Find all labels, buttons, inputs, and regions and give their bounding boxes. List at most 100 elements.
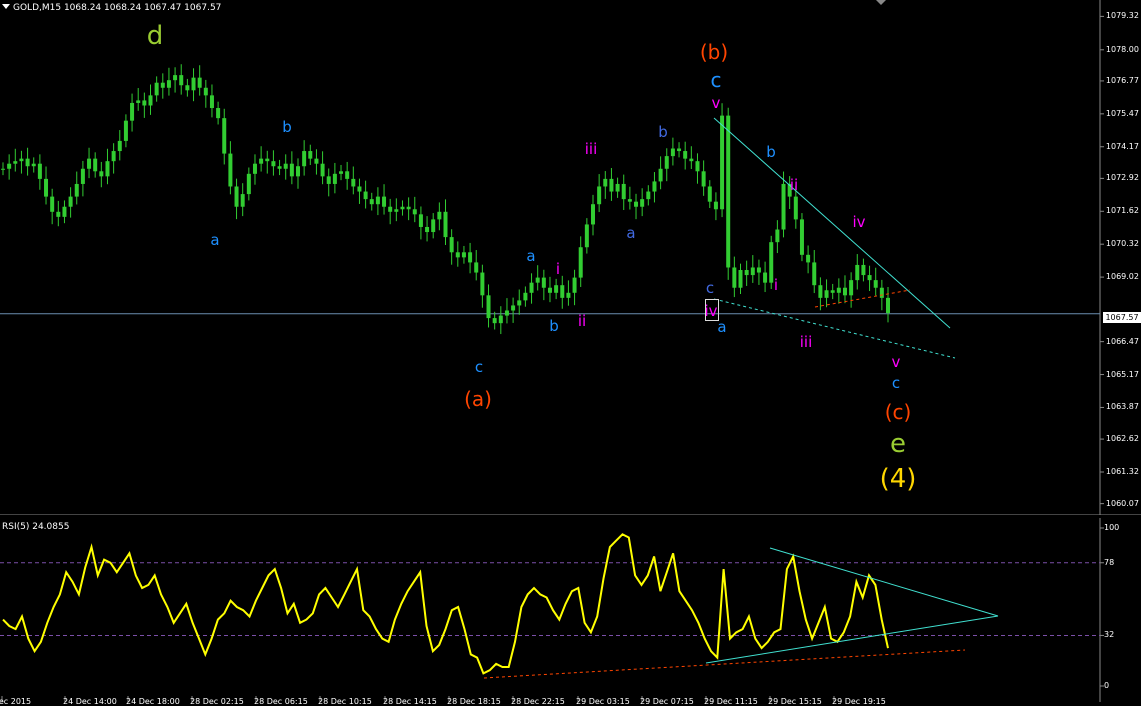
candle-body — [799, 219, 804, 255]
wave-label: d — [146, 21, 164, 51]
candle-body — [750, 267, 755, 276]
chart-background — [0, 0, 1100, 515]
candle-body — [105, 161, 110, 177]
candle-body — [873, 280, 878, 288]
candle-body — [252, 163, 257, 174]
candle-body — [400, 206, 405, 210]
candle-body — [861, 264, 866, 276]
candle-body — [154, 82, 159, 96]
candle-body — [732, 267, 737, 288]
wave-label: a — [526, 247, 536, 265]
candle-body — [320, 163, 325, 177]
candle-body — [179, 75, 184, 86]
candle-body — [627, 199, 632, 202]
price-chart[interactable] — [0, 0, 1141, 515]
candle-body — [560, 285, 565, 298]
candle-body — [130, 102, 135, 121]
candle-body — [554, 285, 559, 293]
candle-body — [812, 262, 817, 286]
candle-body — [806, 254, 811, 263]
candle-body — [769, 242, 774, 283]
wave-label: i — [555, 260, 561, 278]
candle-body — [369, 199, 374, 205]
candle-body — [228, 153, 233, 187]
candle-body — [713, 201, 718, 210]
candle-body — [578, 247, 583, 278]
candle-body — [166, 80, 171, 88]
rsi-chart[interactable] — [0, 518, 1141, 702]
candle-body — [591, 204, 595, 225]
candle-body — [185, 85, 190, 91]
candle-body — [31, 163, 36, 167]
wave-label: c — [705, 279, 715, 297]
candle-body — [689, 158, 694, 162]
wave-label: (b) — [699, 40, 729, 64]
price-label: 1074.17 — [1105, 141, 1139, 151]
collapse-icon[interactable] — [2, 4, 10, 9]
candle-body — [437, 211, 442, 220]
wave-label: b — [549, 317, 559, 335]
candle-body — [455, 252, 460, 258]
wave-label: iv — [852, 213, 866, 231]
wave-label: v — [891, 353, 901, 371]
rsi-header: RSI(5) 24.0855 — [2, 522, 70, 532]
candle-body — [388, 206, 393, 212]
chart-header: GOLD,M15 1068.24 1068.24 1067.47 1067.57 — [2, 3, 221, 13]
candle-body — [658, 168, 663, 182]
candle-body — [363, 191, 368, 200]
candle-body — [597, 186, 602, 205]
candle-body — [720, 115, 725, 210]
candle-body — [68, 196, 73, 207]
candle-body — [855, 264, 860, 281]
candle-body — [517, 300, 522, 306]
candle-body — [744, 270, 749, 276]
price-label: 1075.47 — [1105, 108, 1139, 118]
candle-body — [498, 315, 503, 324]
candle-body — [74, 183, 79, 197]
candle-body — [449, 237, 454, 253]
rsi-pane[interactable]: RSI(5) 24.0855 10078320 24 Dec 201524 De… — [0, 518, 1141, 706]
candle-body — [492, 318, 497, 324]
current-price-label: 1067.57 — [1103, 312, 1141, 323]
candle-body — [19, 158, 24, 162]
price-label: 1070.32 — [1105, 239, 1139, 249]
candle-body — [394, 209, 399, 212]
candle-body — [584, 224, 589, 248]
iv-marker-box — [705, 299, 719, 321]
candle-body — [443, 211, 448, 238]
candle-body — [670, 148, 675, 157]
candle-body — [123, 120, 128, 141]
candle-body — [99, 171, 104, 177]
candle-body — [541, 277, 546, 288]
candle-body — [332, 173, 337, 184]
price-label: 1072.92 — [1105, 173, 1139, 183]
candle-body — [652, 181, 657, 192]
candle-body — [824, 290, 829, 298]
wave-label: c — [710, 68, 722, 92]
candle-body — [621, 183, 626, 200]
candle-body — [25, 158, 30, 167]
price-label: 1076.77 — [1105, 75, 1139, 85]
candle-body — [646, 191, 651, 200]
rsi-level-label: 0 — [1104, 681, 1110, 690]
price-label: 1071.62 — [1105, 206, 1139, 216]
candle-body — [849, 280, 854, 296]
candle-body — [197, 77, 202, 88]
candle-body — [302, 151, 307, 167]
candle-body — [240, 194, 245, 207]
candle-body — [277, 166, 282, 169]
candle-body — [529, 282, 534, 293]
candle-body — [634, 201, 639, 207]
candle-body — [566, 292, 571, 298]
candle-body — [609, 178, 614, 192]
candle-body — [203, 87, 208, 96]
main-chart-pane[interactable]: GOLD,M15 1068.24 1068.24 1067.47 1067.57… — [0, 0, 1141, 515]
price-label: 1060.07 — [1105, 498, 1139, 508]
candle-body — [222, 118, 227, 154]
candle-body — [474, 262, 479, 273]
candle-body — [44, 178, 49, 197]
candle-body — [209, 95, 214, 109]
candle-body — [486, 295, 491, 319]
candle-body — [326, 176, 331, 184]
candle-body — [603, 178, 608, 187]
